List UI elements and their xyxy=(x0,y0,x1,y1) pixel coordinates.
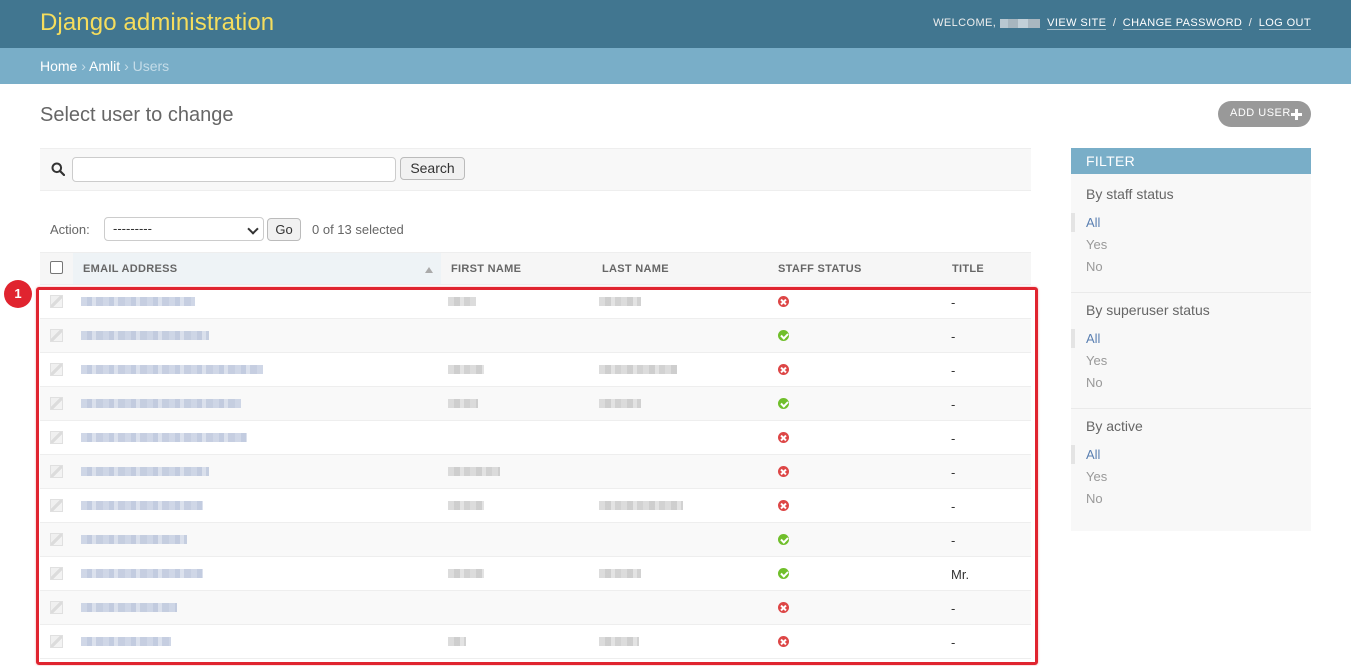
change-password-link[interactable]: CHANGE PASSWORD xyxy=(1122,17,1243,30)
selection-counter: 0 of 13 selected xyxy=(312,222,404,237)
separator: / xyxy=(1248,17,1253,29)
filter-option-no[interactable]: No xyxy=(1086,491,1103,506)
annotation-highlight-box xyxy=(36,287,1038,665)
actions-bar: Action: --------- Go 0 of 13 selected xyxy=(40,215,1031,245)
action-label: Action: xyxy=(50,222,90,237)
search-icon xyxy=(51,162,65,176)
welcome-text: WELCOME, xyxy=(933,17,1000,29)
select-all-checkbox[interactable] xyxy=(50,261,63,274)
action-select[interactable]: --------- xyxy=(104,217,264,241)
column-last-name[interactable]: LAST NAME xyxy=(602,263,669,275)
column-title[interactable]: TITLE xyxy=(952,263,984,275)
filter-option-all[interactable]: All xyxy=(1070,445,1100,464)
breadcrumb-separator: › xyxy=(81,58,86,74)
separator: / xyxy=(1112,17,1117,29)
page-title: Select user to change xyxy=(40,104,234,126)
site-name[interactable]: Django administration xyxy=(40,9,274,37)
filter-option-yes[interactable]: Yes xyxy=(1086,469,1107,484)
filter-sidebar: FILTER By staff status All Yes No By sup… xyxy=(1070,148,1311,531)
breadcrumb-current: Users xyxy=(132,58,170,74)
site-header: Django administration WELCOME, VIEW SITE… xyxy=(0,0,1351,48)
filter-option-no[interactable]: No xyxy=(1086,375,1103,390)
filter-option-all[interactable]: All xyxy=(1070,329,1100,348)
filter-heading: By staff status xyxy=(1086,186,1174,202)
search-input[interactable] xyxy=(72,157,396,182)
table-header: EMAIL ADDRESS FIRST NAME LAST NAME STAFF… xyxy=(40,252,1031,285)
go-button[interactable]: Go xyxy=(267,218,301,241)
filter-option-all[interactable]: All xyxy=(1070,213,1100,232)
search-toolbar: Search xyxy=(40,148,1031,191)
filter-group-active: By active All Yes No xyxy=(1070,409,1311,529)
filter-option-no[interactable]: No xyxy=(1086,259,1103,274)
filter-group-superuser-status: By superuser status All Yes No xyxy=(1070,293,1311,409)
view-site-link[interactable]: VIEW SITE xyxy=(1047,17,1107,30)
add-user-label: ADD USER xyxy=(1230,107,1291,119)
breadcrumb-separator: › xyxy=(124,58,129,74)
filter-heading: By superuser status xyxy=(1086,302,1210,318)
breadcrumb: Home › Amlit › Users xyxy=(0,48,1351,84)
column-first-name[interactable]: FIRST NAME xyxy=(451,263,521,275)
user-tools: WELCOME, VIEW SITE / CHANGE PASSWORD / L… xyxy=(933,17,1311,30)
breadcrumb-home[interactable]: Home xyxy=(40,58,77,74)
plus-icon xyxy=(1291,109,1302,120)
sort-ascending-icon[interactable] xyxy=(425,267,433,273)
breadcrumb-app[interactable]: Amlit xyxy=(89,58,120,74)
filter-group-staff-status: By staff status All Yes No xyxy=(1070,174,1311,293)
filter-heading: By active xyxy=(1086,418,1143,434)
add-user-button[interactable]: ADD USER xyxy=(1218,101,1311,127)
filter-option-yes[interactable]: Yes xyxy=(1086,353,1107,368)
username-redacted xyxy=(999,18,1040,28)
log-out-link[interactable]: LOG OUT xyxy=(1258,17,1311,30)
filter-title: FILTER xyxy=(1071,148,1311,174)
action-selected-value: --------- xyxy=(113,221,152,236)
annotation-marker: 1 xyxy=(4,280,32,308)
chevron-down-icon xyxy=(247,223,259,235)
filter-option-yes[interactable]: Yes xyxy=(1086,237,1107,252)
column-staff-status[interactable]: STAFF STATUS xyxy=(778,263,862,275)
column-email[interactable]: EMAIL ADDRESS xyxy=(83,263,177,275)
search-button[interactable]: Search xyxy=(400,157,465,180)
